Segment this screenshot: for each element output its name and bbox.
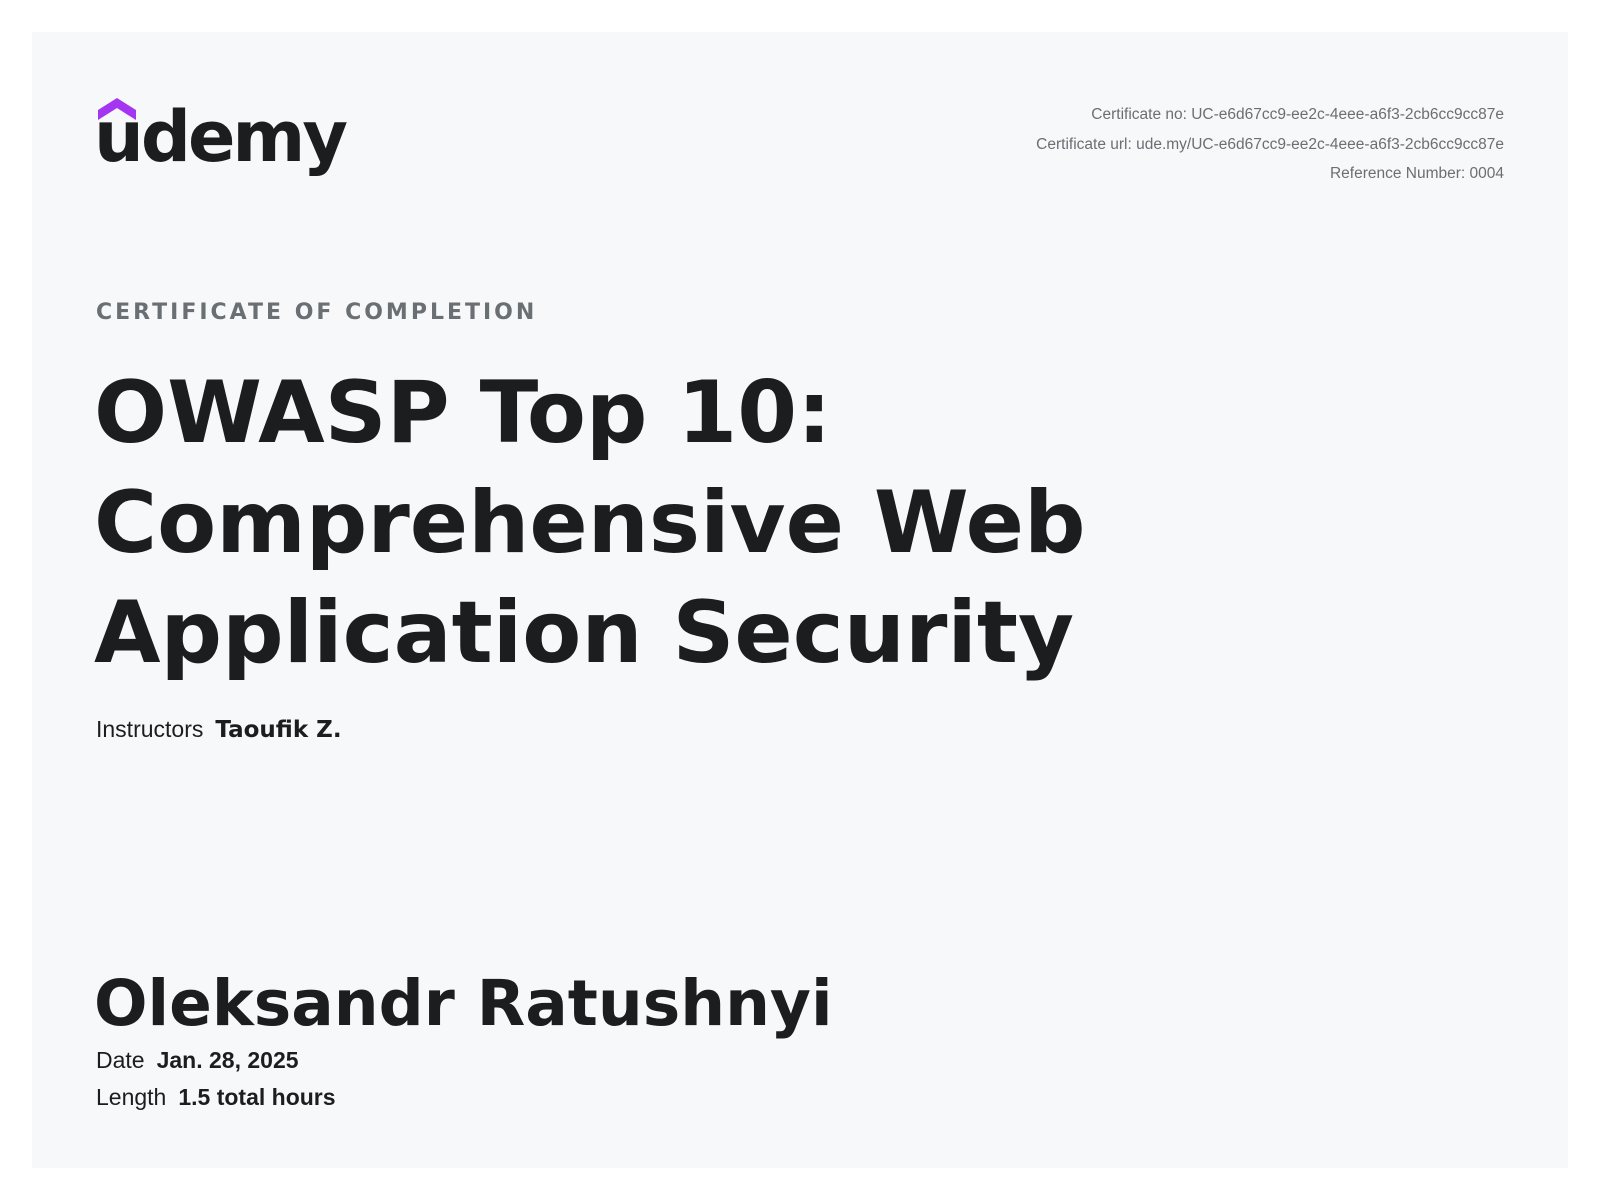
date-value: Jan. 28, 2025 [156,1047,299,1073]
certificate-url: Certificate url: ude.my/UC-e6d67cc9-ee2c… [1036,135,1504,153]
certificate-meta: Certificate no: UC-e6d67cc9-ee2c-4eee-a6… [1036,100,1504,189]
length-label: Length [96,1084,167,1110]
course-title-line: Application Security [94,583,1075,683]
date-row: Date Jan. 28, 2025 [96,1047,299,1074]
length-value: 1.5 total hours [178,1084,336,1110]
certificate-type-label: CERTIFICATE OF COMPLETION [96,300,538,325]
certificate-number: Certificate no: UC-e6d67cc9-ee2c-4eee-a6… [1091,106,1504,123]
udemy-logo: udemy [94,96,356,196]
reference-number: Reference Number: 0004 [1329,165,1504,182]
recipient-name: Oleksandr Ratushnyi [94,967,833,1040]
logo-wordmark: udemy [94,96,348,178]
length-row: Length 1.5 total hours [96,1084,336,1111]
certificate-card: udemy Certificate no: UC-e6d67cc9-ee2c-4… [32,32,1568,1168]
instructors-row: Instructors Taoufik Z. [96,716,342,743]
course-title: OWASP Top 10: Comprehensive Web Applicat… [94,358,1194,688]
course-title-line: Comprehensive Web [94,473,1086,573]
instructors-value: Taoufik Z. [215,717,342,743]
instructors-label: Instructors [96,716,204,742]
course-title-line: OWASP Top 10: [94,363,832,463]
date-label: Date [96,1047,145,1073]
